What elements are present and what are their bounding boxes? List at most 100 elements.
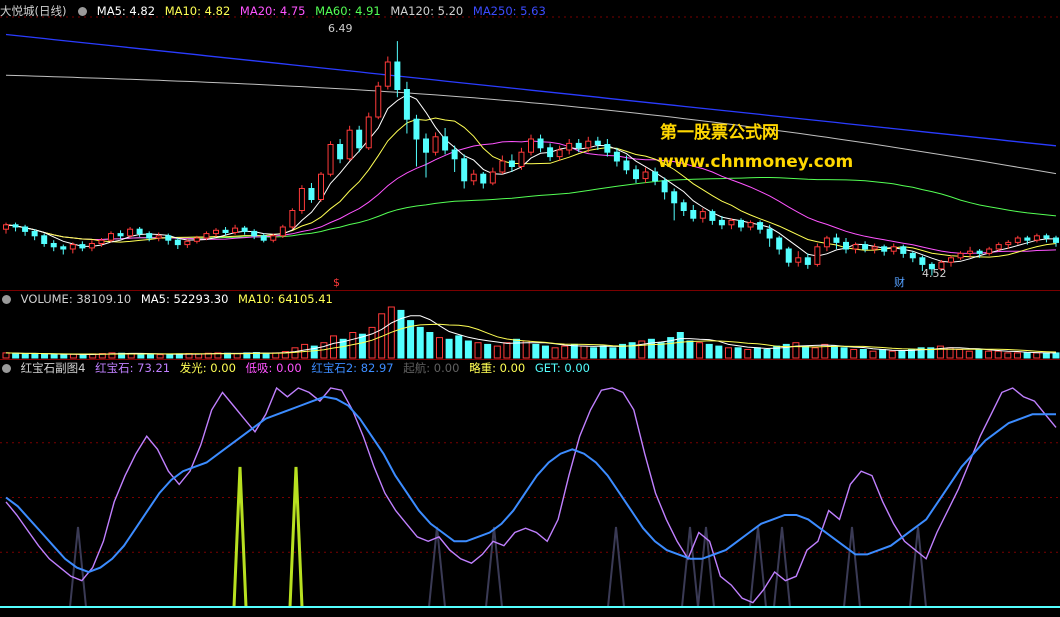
circle-icon[interactable] [2, 295, 11, 304]
candle-body [661, 180, 668, 193]
volume-bar [426, 332, 434, 359]
volume-ma5-label: MA5: 52293.30 [140, 292, 229, 306]
candle-body [136, 228, 143, 235]
candle-body [671, 191, 678, 204]
candle-body [470, 173, 477, 182]
candle-body [403, 89, 410, 120]
volume-bar [956, 349, 964, 359]
volume-bar [744, 349, 752, 359]
candle-body [690, 210, 697, 219]
volume-bar [330, 335, 338, 359]
volume-bar [879, 349, 887, 359]
candle-body [318, 173, 324, 200]
volume-bar [156, 354, 164, 359]
volume-bar [416, 326, 424, 359]
volume-bar [599, 345, 607, 359]
candle-body [919, 257, 926, 265]
candle-body [308, 188, 315, 200]
candle-body [327, 144, 334, 175]
volume-bar [830, 345, 838, 359]
volume-bar [850, 349, 858, 359]
volume-bar [166, 353, 174, 359]
candle-body [585, 140, 592, 149]
candle-body [241, 227, 248, 232]
launch-spike [773, 526, 791, 608]
volume-bar [898, 350, 906, 359]
volume-bar [580, 345, 588, 359]
volume-bar [676, 332, 684, 359]
candle-body [776, 237, 783, 250]
volume-legend: VOLUME: 38109.10 MA5: 52293.30 MA10: 641… [0, 291, 339, 307]
candle-body [633, 169, 639, 180]
volume-bar [638, 340, 646, 359]
candle-body [251, 230, 258, 237]
candle-body [394, 61, 401, 90]
ma10-label: MA10: 4.82 [164, 4, 231, 18]
candle-body [337, 144, 344, 160]
candle-body [60, 246, 67, 250]
circle-icon[interactable] [78, 7, 88, 16]
candle-body [12, 224, 19, 228]
price-chart [0, 16, 1060, 276]
candle-body [423, 138, 429, 153]
launch-spike [843, 526, 861, 608]
candle-body [108, 233, 114, 241]
candle-body [213, 229, 219, 235]
volume-bar [965, 350, 973, 359]
launch-spike [485, 526, 503, 608]
volume-bar [493, 345, 501, 359]
candle-body [623, 160, 630, 171]
candle-body [98, 239, 105, 244]
volume-bar [1023, 352, 1031, 359]
volume-bar [840, 347, 848, 359]
volume-bar [609, 347, 617, 359]
candle-body [680, 202, 687, 212]
volume-bar [445, 338, 453, 359]
volume-bar [41, 353, 49, 359]
volume-bar [561, 345, 569, 359]
candle-body [986, 248, 993, 254]
candle-body [976, 250, 983, 254]
candle-body [41, 235, 48, 245]
volume-bar [262, 352, 270, 359]
candle-body [852, 244, 859, 250]
candle-body [508, 160, 515, 167]
candle-body [232, 227, 239, 234]
ma5-label: MA5: 4.82 [96, 4, 156, 18]
circle-icon[interactable] [2, 364, 11, 373]
volume-bar [1013, 352, 1021, 359]
ruby2-line [5, 395, 1056, 574]
candle-body [222, 229, 229, 234]
ma20-label: MA20: 4.75 [239, 4, 306, 18]
candle-body [948, 257, 954, 263]
candle-body [155, 235, 162, 239]
volume-bar [869, 350, 877, 359]
candle-body [1024, 237, 1031, 241]
candle-body [480, 173, 487, 184]
candle-body [766, 228, 773, 239]
volume-bar [368, 326, 376, 359]
volume-bar [859, 349, 867, 359]
volume-bar [985, 350, 993, 359]
candle-body [804, 257, 811, 265]
chart-title: 大悦城(日线) [0, 4, 67, 18]
candle-body [699, 211, 706, 219]
volume-bar [513, 338, 521, 359]
candle-body [757, 222, 764, 230]
candle-body [3, 224, 9, 230]
volume-bar [503, 342, 511, 359]
candle-body [461, 158, 468, 182]
volume-bar [753, 347, 761, 359]
volume-bar [570, 343, 578, 359]
volume-bar [455, 335, 463, 359]
ruby2-label: 红宝石2: 82.97 [311, 361, 394, 375]
candle-body [518, 151, 525, 167]
volume-bar [590, 347, 598, 359]
volume-bar [724, 347, 732, 359]
candle-body [1033, 235, 1040, 241]
candle-body [270, 235, 277, 241]
volume-bar [811, 347, 819, 359]
volume-bar [734, 347, 742, 359]
candle-body [547, 147, 554, 158]
volume-bar [763, 349, 771, 359]
